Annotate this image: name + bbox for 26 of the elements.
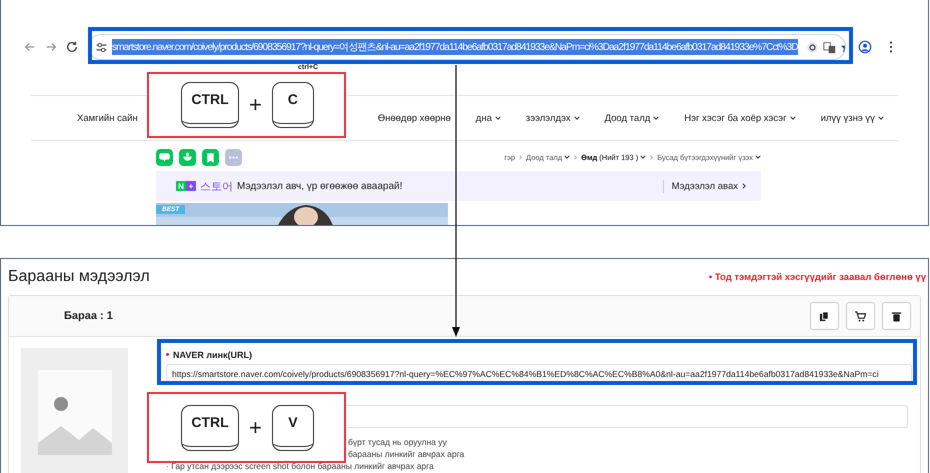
keyboard-key: V bbox=[272, 404, 314, 450]
banner-message: Мэдээлэл авч, үр өгөөжөө аваарай! bbox=[237, 180, 402, 192]
store-logo: N + bbox=[176, 181, 196, 191]
category-tab[interactable]: зээлэлдэх bbox=[526, 112, 580, 124]
store-name: 스토어 bbox=[200, 180, 233, 194]
category-tab[interactable]: Хамгийн сайн bbox=[77, 112, 138, 124]
product-title: Бараа : 1 bbox=[64, 310, 113, 322]
help-note: · Гар утсан дээрээс screen shot болон барааны линкийг авчрах арга bbox=[166, 461, 434, 471]
category-tab[interactable]: Нэг хэсэг ба хоёр хэсэг bbox=[684, 112, 796, 124]
help-note: бүрт тусад нь оруулна уу bbox=[348, 437, 447, 447]
keyboard-key: CTRL bbox=[181, 82, 239, 128]
category-tab[interactable]: Өнөөдөр хөөрнө bbox=[378, 112, 451, 124]
keyboard-key: C bbox=[272, 82, 314, 128]
plus-sign: + bbox=[249, 414, 262, 440]
banner-link[interactable]: Мэдээлэл авах bbox=[662, 180, 753, 192]
field-label: NAVER линк(URL) bbox=[173, 350, 252, 360]
url-text: smartstore.naver.com/coively/products/6908356917?nl-query=여성팬츠&nl-au=aa2f1977da114be6afb0317ad841933e&NaPm=ci%3Daa2f1977da114be6afb0317ad841933e%7Cct%3D bbox=[112, 39, 798, 55]
url-input-field[interactable]: https://smartstore.naver.com/coively/products/6908356917?nl-query=%EC%97%AC%EC%84%B1%ED%8C%AC%EC%B8%A0&nl-au=aa2f1977da114be6afb0317ad841933e&NaPm=ci bbox=[166, 364, 912, 383]
plus-sign: + bbox=[249, 92, 262, 118]
category-tab[interactable]: дна bbox=[476, 112, 501, 124]
form-title: Барааны мэдээлэл bbox=[8, 268, 150, 286]
category-tab[interactable]: Доод талд bbox=[604, 112, 660, 124]
required-notice: • Тод тэмдэгтэй хэсгүүдийг заавал бөглөнө үү bbox=[708, 272, 926, 282]
category-tab[interactable]: илүү үзнэ үү bbox=[820, 112, 884, 124]
help-note: барааны линкийг авчрах арга bbox=[348, 449, 464, 459]
keyboard-key: CTRL bbox=[181, 404, 239, 450]
